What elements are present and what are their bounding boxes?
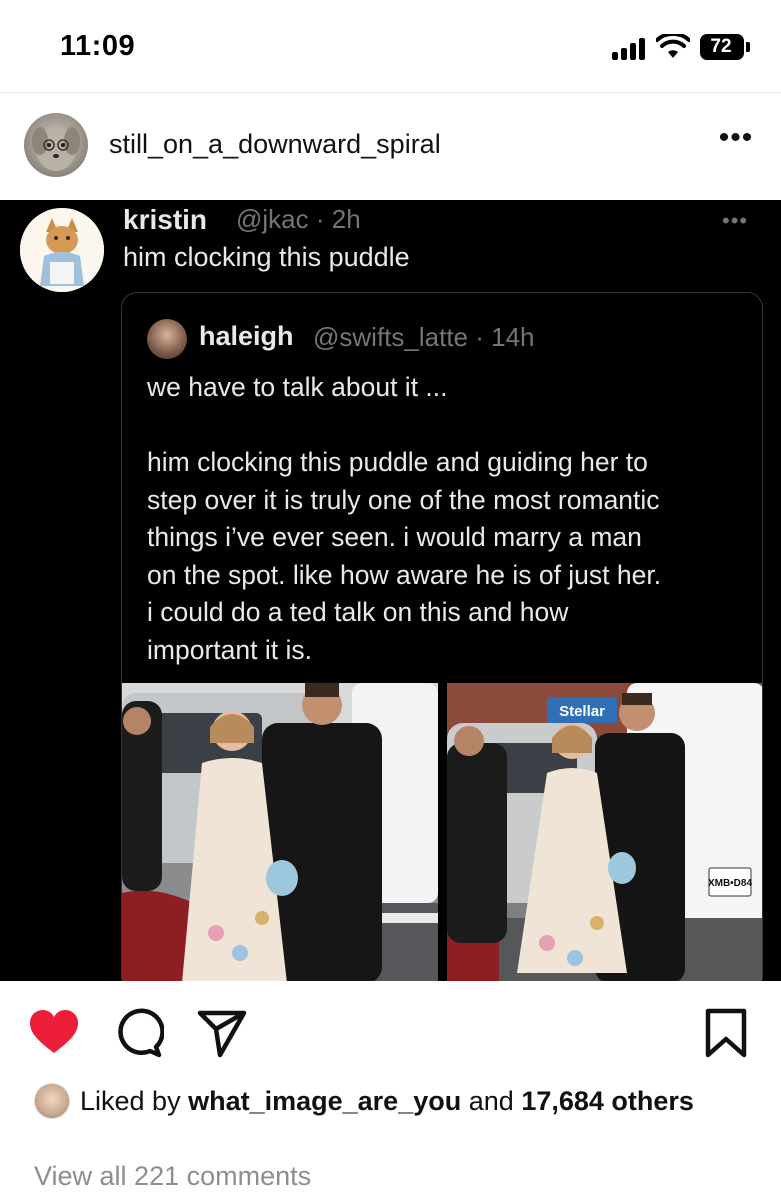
likes-and: and bbox=[468, 1086, 514, 1116]
street-photo-left bbox=[122, 683, 438, 981]
quoted-author-avatar bbox=[147, 319, 187, 359]
quoted-tweet-line: things i’ve ever seen. i would marry a m… bbox=[147, 522, 642, 552]
status-bar: 11:09 72 bbox=[0, 0, 781, 92]
cat-avatar-image bbox=[20, 208, 104, 292]
send-icon bbox=[197, 1010, 247, 1058]
quoted-author-handle: @swifts_latte · 14h bbox=[313, 322, 535, 352]
signal-icon bbox=[612, 38, 648, 60]
tweet-author-handle: @jkac · 2h bbox=[236, 204, 361, 234]
likes-count[interactable]: 17,684 bbox=[521, 1086, 604, 1116]
quoted-tweet-line: him clocking this puddle and guiding her… bbox=[147, 447, 648, 477]
tweet-author-name: kristin bbox=[123, 204, 208, 235]
tweet-author-avatar bbox=[20, 208, 104, 292]
comment-icon bbox=[118, 1008, 165, 1058]
comment-button[interactable] bbox=[112, 1007, 165, 1059]
post-header: still_on_a_downward_spiral ••• bbox=[0, 93, 781, 200]
liker-avatar[interactable] bbox=[34, 1083, 70, 1119]
quoted-tweet-text: we have to talk about it ... him clockin… bbox=[147, 369, 747, 669]
quoted-tweet-paragraph: we have to talk about it ... bbox=[147, 372, 448, 402]
quoted-tweet: haleigh @swifts_latte · 14h we have to t… bbox=[121, 292, 763, 981]
more-options-button[interactable]: ••• bbox=[716, 123, 756, 159]
more-horizontal-icon: ••• bbox=[718, 121, 754, 154]
status-time: 11:09 bbox=[60, 30, 136, 62]
quoted-tweet-line: important it is. bbox=[147, 634, 312, 665]
battery-icon: 72 bbox=[700, 34, 744, 60]
likes-text[interactable]: Liked by what_image_are_you and 17,684 o… bbox=[80, 1085, 720, 1118]
quoted-tweet-line: on the spot. like how aware he is of jus… bbox=[147, 559, 662, 590]
dog-avatar-image bbox=[32, 127, 80, 171]
heart-icon bbox=[30, 1010, 78, 1053]
view-all-comments-link[interactable]: View all 221 comments bbox=[34, 1161, 311, 1192]
quoted-author-name: haleigh bbox=[199, 321, 294, 351]
tweet-more-icon: ••• bbox=[722, 208, 749, 233]
likes-prefix: Liked by bbox=[80, 1086, 181, 1116]
post-image[interactable]: kristin @jkac · 2h ••• him clocking this… bbox=[0, 200, 781, 981]
poster-username[interactable]: still_on_a_downward_spiral bbox=[109, 129, 441, 160]
wifi-icon bbox=[656, 34, 690, 58]
tweet-text: him clocking this puddle bbox=[123, 242, 410, 272]
bookmark-icon bbox=[705, 1008, 747, 1058]
liker-username[interactable]: what_image_are_you bbox=[188, 1086, 461, 1116]
post-actions bbox=[0, 981, 781, 1081]
photo-sign-text: Stellar bbox=[559, 703, 605, 720]
quoted-tweet-line: step over it is truly one of the most ro… bbox=[147, 484, 660, 515]
likes-suffix[interactable]: others bbox=[611, 1086, 694, 1116]
likes-row: Liked by what_image_are_you and 17,684 o… bbox=[0, 1081, 781, 1161]
poster-avatar[interactable] bbox=[24, 113, 88, 177]
license-plate-text: XMB•D84 bbox=[708, 878, 753, 889]
battery-level: 72 bbox=[710, 36, 732, 57]
quoted-tweet-line: i could do a ted talk on this and how bbox=[147, 597, 569, 627]
share-button[interactable] bbox=[196, 1007, 248, 1059]
save-button[interactable] bbox=[700, 1007, 752, 1059]
like-button[interactable] bbox=[28, 1007, 80, 1059]
street-photo-right: Stellar XMB•D84 bbox=[447, 683, 762, 981]
battery-nub bbox=[746, 42, 750, 52]
